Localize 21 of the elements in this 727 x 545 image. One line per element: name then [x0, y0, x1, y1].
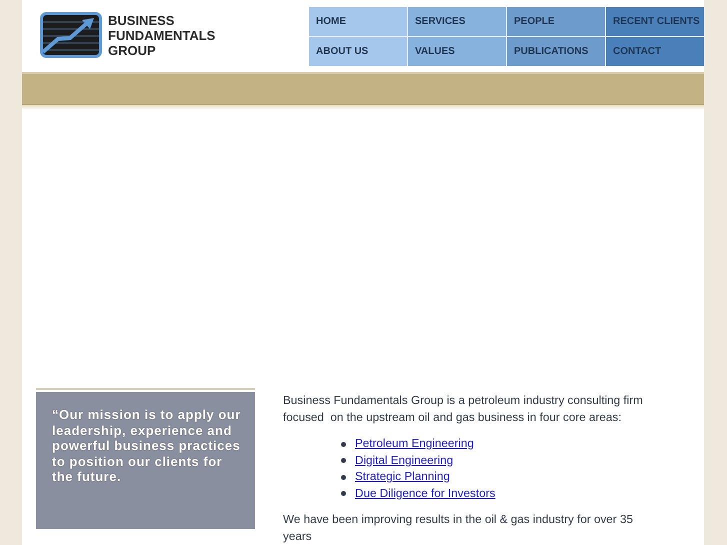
nav-button[interactable]: PUBLICATIONS [507, 37, 605, 66]
service-link[interactable]: Due Diligence for Investors [355, 486, 496, 502]
bullet-icon [341, 442, 346, 447]
logo-text: BUSINESS [108, 12, 176, 28]
service-link[interactable]: Petroleum Engineering [355, 436, 474, 452]
nav-button[interactable]: PEOPLE [507, 7, 605, 36]
service-link[interactable]: Digital Engineering [355, 452, 454, 469]
bullet-icon [341, 458, 346, 464]
nav-button[interactable]: HOME [309, 7, 407, 36]
nav-button[interactable]: SERVICES [408, 7, 506, 36]
rising-chart-logo-icon [40, 12, 102, 58]
intro-paragraph: Business Fundamentals Group is a petroleum industry consulting firm focused on the upstream oil and gas business in four core areas: [283, 393, 644, 426]
bullet-icon [341, 474, 346, 480]
logo-text: GROUP [108, 42, 157, 58]
service-link[interactable]: Strategic Planning [355, 469, 450, 486]
mission-quote: “Our mission is to apply our leadership, experience and powerful business practices to position our clients for the future. [52, 407, 242, 485]
nav-button[interactable]: VALUES [408, 37, 506, 66]
logo-text: FUNDAMENTALS [108, 28, 216, 42]
intro-paragraph: We have been improving results in the oil & gas industry for over 35 years [283, 512, 634, 544]
nav-button[interactable]: ABOUT US [309, 37, 407, 66]
bullet-icon [341, 491, 346, 496]
